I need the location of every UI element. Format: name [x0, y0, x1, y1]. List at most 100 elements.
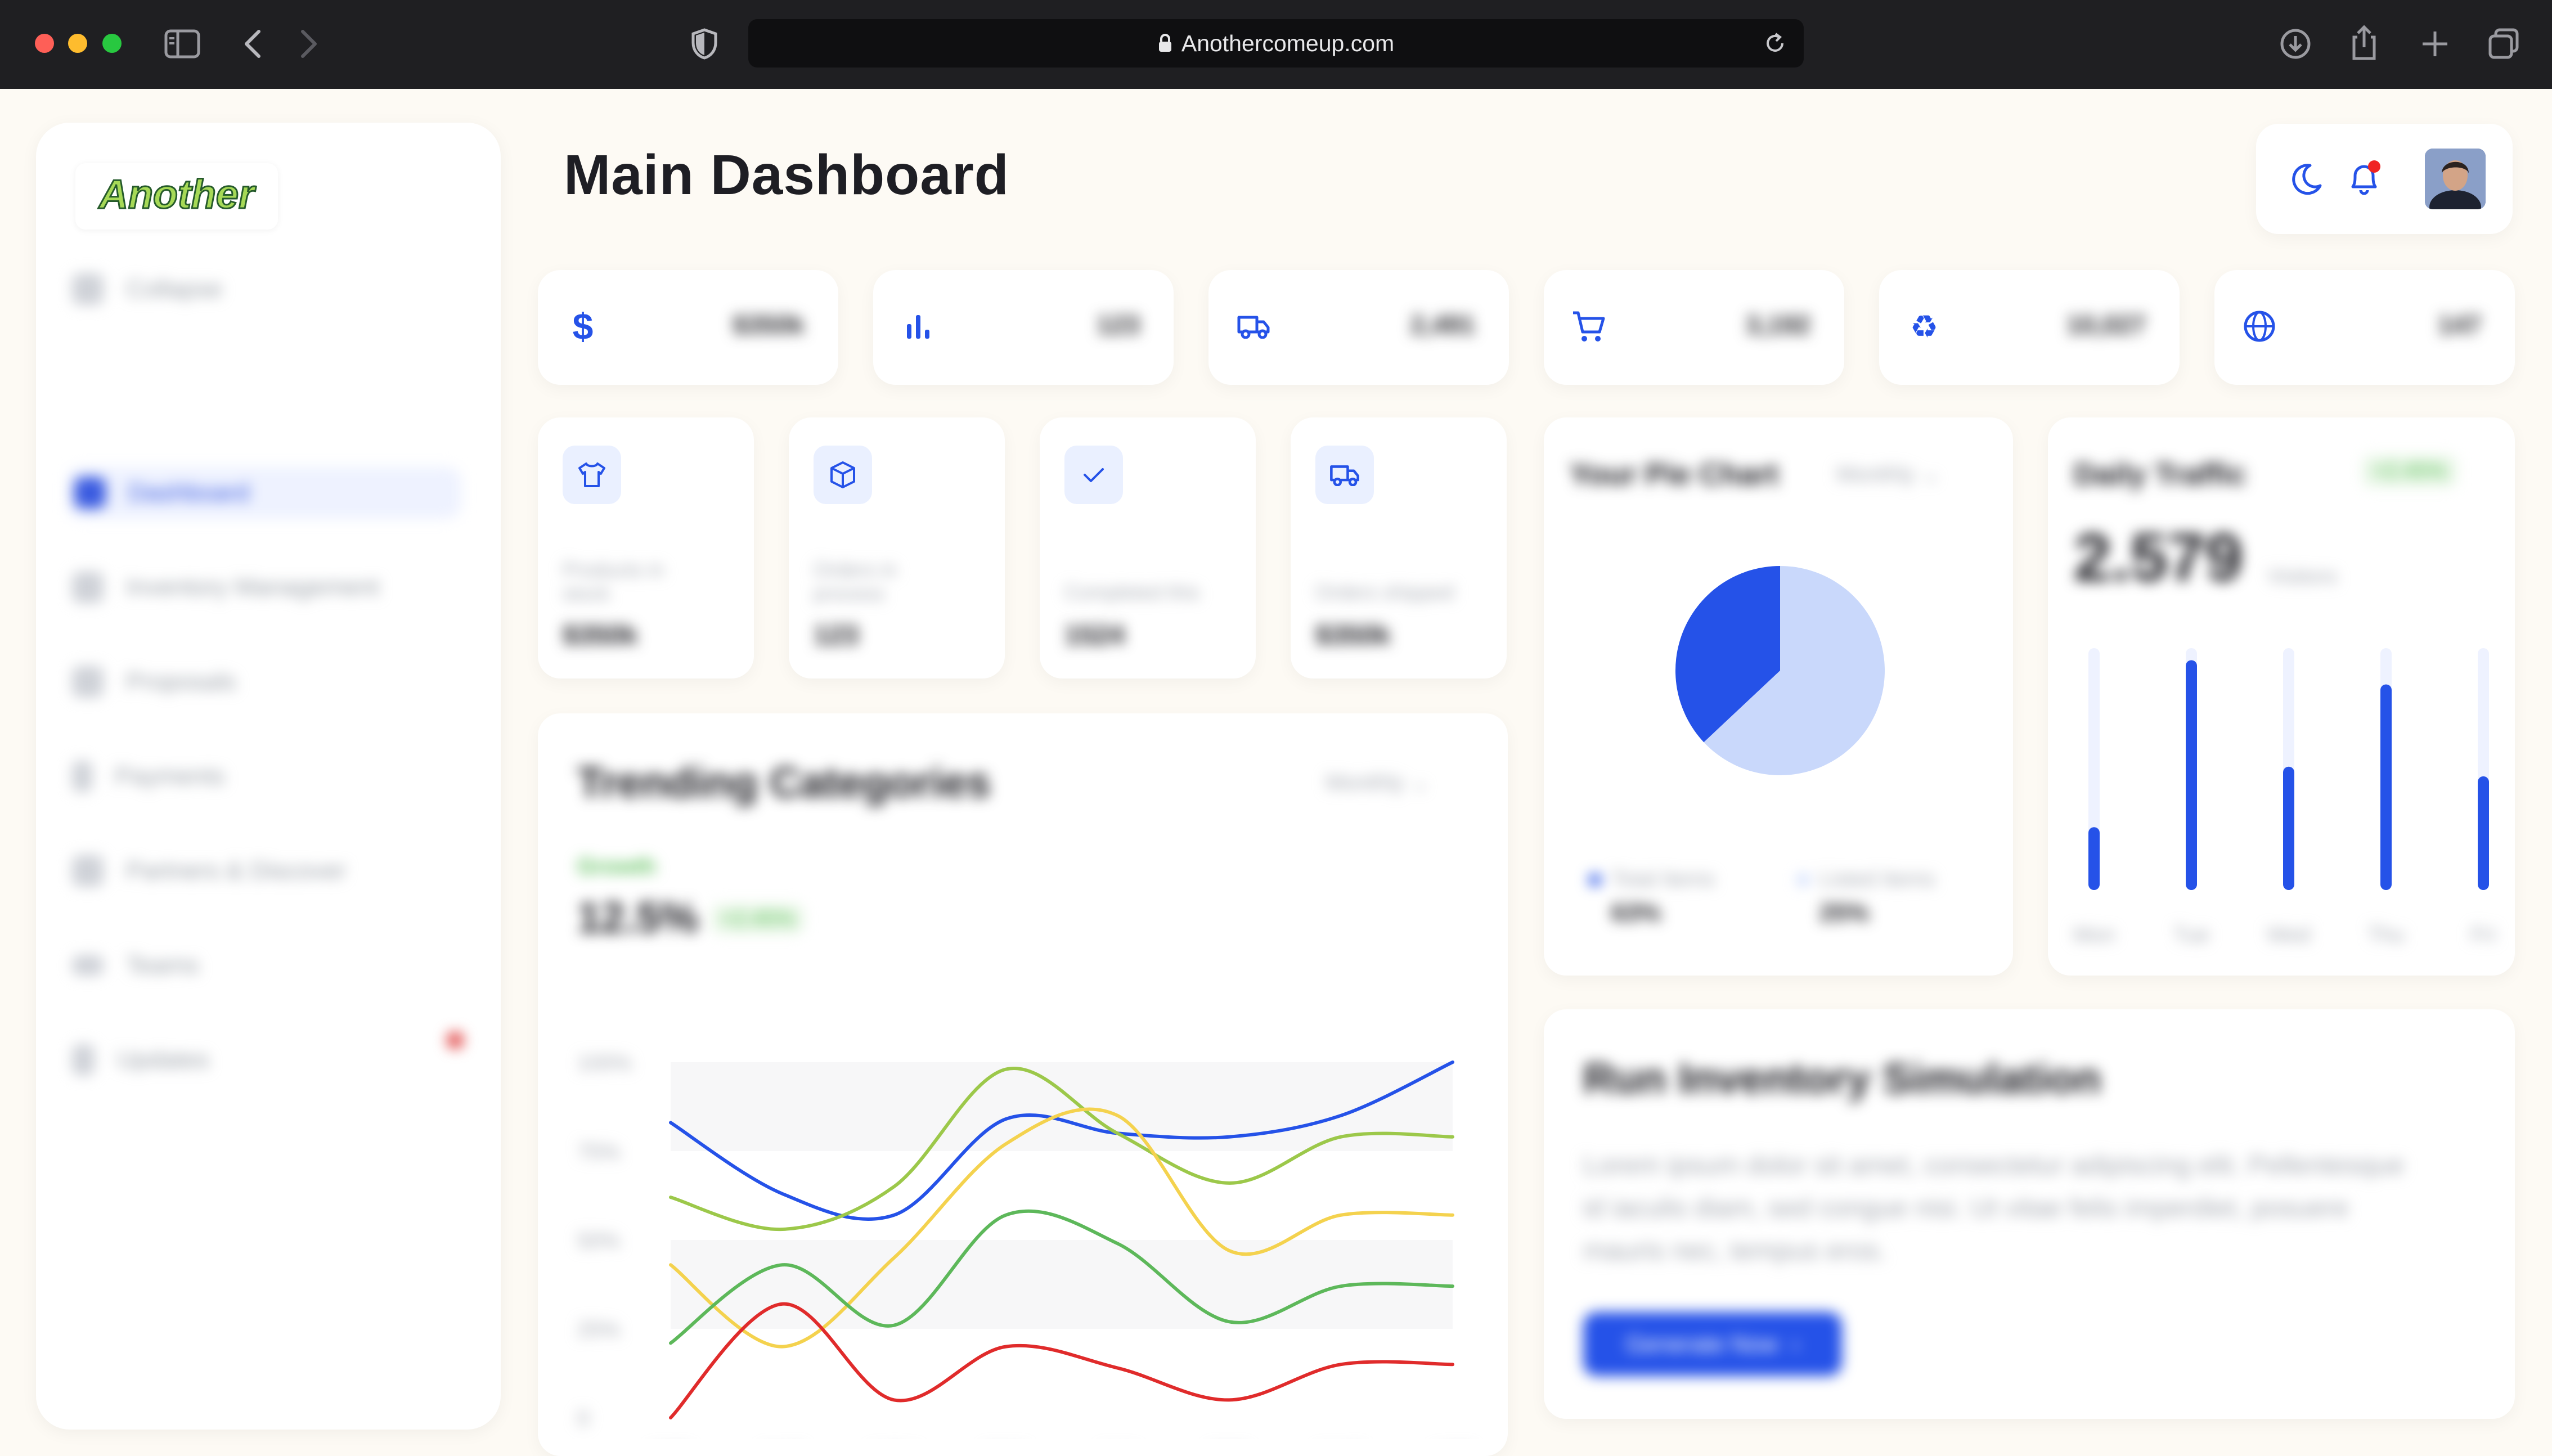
sidebar-item-teams[interactable]: Teams — [72, 940, 466, 991]
stat-value: 123 — [1097, 310, 1140, 339]
y-tick-label: 75% — [577, 1140, 620, 1164]
collapse-icon — [72, 273, 104, 305]
chevron-down-icon: ⌄ — [1410, 770, 1430, 795]
sidebar-item-updates[interactable]: Updates — [72, 1034, 466, 1086]
new-tab-icon[interactable] — [2420, 29, 2450, 59]
mini-card-completed: Completed this 1524 — [1040, 417, 1256, 678]
chevron-down-icon: ⌄ — [1921, 462, 1940, 487]
simulation-title: Run Inventory Simulation — [1583, 1055, 2101, 1103]
stat-card-revenue: $ $350k — [538, 270, 838, 385]
stat-value: 10,027 — [2066, 310, 2146, 339]
notification-bell-icon[interactable] — [2346, 159, 2382, 201]
bar-chart-icon — [896, 304, 941, 349]
zoom-window-button[interactable] — [102, 34, 122, 53]
sidebar-item-partners[interactable]: Partners & Discover — [72, 845, 466, 897]
browser-toolbar: Anothercomeup.com — [0, 0, 2552, 89]
trending-title: Trending Categories — [577, 759, 991, 807]
box-icon — [814, 446, 872, 504]
traffic-unit: Visitors — [2267, 565, 2337, 588]
page-title: Main Dashboard — [564, 143, 1009, 206]
traffic-bar — [2380, 684, 2392, 890]
y-tick-label: 100% — [577, 1051, 632, 1075]
sidebar-item-dashboard[interactable]: Dashboard — [68, 467, 461, 519]
truck-icon — [1315, 446, 1374, 504]
chart-band — [671, 1240, 1453, 1329]
mini-card-label: Orders in process — [814, 558, 897, 605]
privacy-shield-icon[interactable] — [691, 28, 718, 60]
growth-badge: +2.45% — [712, 905, 803, 933]
traffic-day-label: Mon — [2073, 923, 2115, 947]
arrow-right-icon: › — [1791, 1331, 1800, 1357]
dashboard-icon — [74, 477, 106, 509]
mini-card-value: 123 — [814, 621, 859, 650]
collapse-button[interactable]: Collapse — [72, 263, 466, 315]
mini-card-value: 1524 — [1064, 621, 1125, 650]
mini-card-value: $350k — [563, 621, 638, 650]
traffic-title: Daily Traffic — [2074, 457, 2247, 491]
minimize-window-button[interactable] — [68, 34, 87, 53]
inventory-icon — [72, 572, 104, 603]
logo[interactable]: Another — [75, 163, 278, 230]
mini-card-label: Completed this — [1064, 581, 1200, 604]
traffic-value: 2.579 — [2074, 520, 2243, 595]
reload-icon[interactable] — [1763, 32, 1787, 61]
shirt-icon — [563, 446, 621, 504]
header-actions — [2256, 124, 2513, 234]
pie-legend-listed: Listed Items — [1797, 868, 1935, 892]
forward-icon[interactable] — [299, 29, 318, 59]
trending-period-select[interactable]: Monthly ⌄ — [1326, 770, 1430, 796]
traffic-day-label: Thu — [2367, 923, 2404, 947]
simulation-description: Lorem ipsum dolor sit amet, consectetur … — [1583, 1151, 2405, 1266]
traffic-bar — [2186, 660, 2197, 890]
legend-swatch — [1797, 873, 1809, 886]
dollar-icon: $ — [560, 304, 605, 349]
teams-icon — [72, 955, 104, 976]
partners-icon — [72, 855, 104, 887]
stat-value: $350k — [733, 310, 805, 339]
pie-chart — [1675, 566, 1885, 775]
downloads-icon[interactable] — [2280, 28, 2311, 60]
check-icon — [1064, 446, 1123, 504]
mini-card-shipped: Orders shipped $350k — [1291, 417, 1507, 678]
traffic-day-label: Wed — [2267, 923, 2310, 947]
stat-card-bar-chart: 123 — [873, 270, 1174, 385]
pie-title: Your Pie Chart — [1570, 457, 1779, 491]
traffic-day-label: Tue — [2173, 923, 2209, 947]
close-window-button[interactable] — [35, 34, 54, 53]
sidebar-item-proposals[interactable]: Proposals — [72, 656, 466, 708]
back-icon[interactable] — [243, 29, 262, 59]
growth-value: 12.5% — [577, 894, 699, 942]
tab-overview-icon[interactable] — [2488, 28, 2519, 60]
mini-card-products: Products in stock $350k — [538, 417, 754, 678]
generate-now-button[interactable]: Generate Now › — [1583, 1312, 1842, 1376]
sidebar-item-payments[interactable]: Payments — [72, 751, 466, 802]
mini-card-value: $350k — [1315, 621, 1391, 650]
proposals-icon — [72, 666, 104, 698]
traffic-bar — [2283, 766, 2294, 890]
lock-icon — [1158, 34, 1172, 53]
avatar[interactable] — [2425, 149, 2486, 209]
traffic-badge: +2.45% — [2363, 456, 2456, 487]
updates-notification-dot — [447, 1032, 464, 1049]
sidebar: Another Collapse Dashboard Inventory Man… — [36, 123, 501, 1430]
svg-text:$: $ — [573, 308, 594, 345]
sidebar-toggle-icon[interactable] — [164, 29, 200, 59]
updates-icon — [72, 1044, 95, 1076]
trending-line-chart: 100%75%50%25%0 SEPOCTNOVDECJANFEBMARAPR — [577, 1051, 1454, 1431]
dark-mode-icon[interactable] — [2288, 161, 2324, 200]
logo-text: Another — [98, 172, 257, 217]
traffic-bar-chart: Mon Tue Wed Thu Fri — [2073, 648, 2496, 947]
pie-period-select[interactable]: Monthly ⌄ — [1836, 461, 1940, 487]
daily-traffic-card: Daily Traffic +2.45% 2.579 Visitors Mon T… — [2048, 417, 2515, 976]
pie-card: Your Pie Chart Monthly ⌄ Total Items 63%… — [1544, 417, 2013, 976]
globe-icon — [2237, 304, 2282, 349]
address-bar[interactable]: Anothercomeup.com — [748, 19, 1804, 68]
mini-card-label: Products in stock — [563, 558, 664, 605]
share-icon[interactable] — [2349, 25, 2379, 61]
payments-icon — [72, 761, 92, 792]
growth-label: Growth — [577, 854, 656, 879]
stat-card-shipping: 2,491 — [1208, 270, 1509, 385]
y-tick-label: 50% — [577, 1229, 620, 1253]
sidebar-item-inventory[interactable]: Inventory Management — [72, 561, 466, 613]
pie-legend-listed-value: 25% — [1819, 899, 1870, 927]
